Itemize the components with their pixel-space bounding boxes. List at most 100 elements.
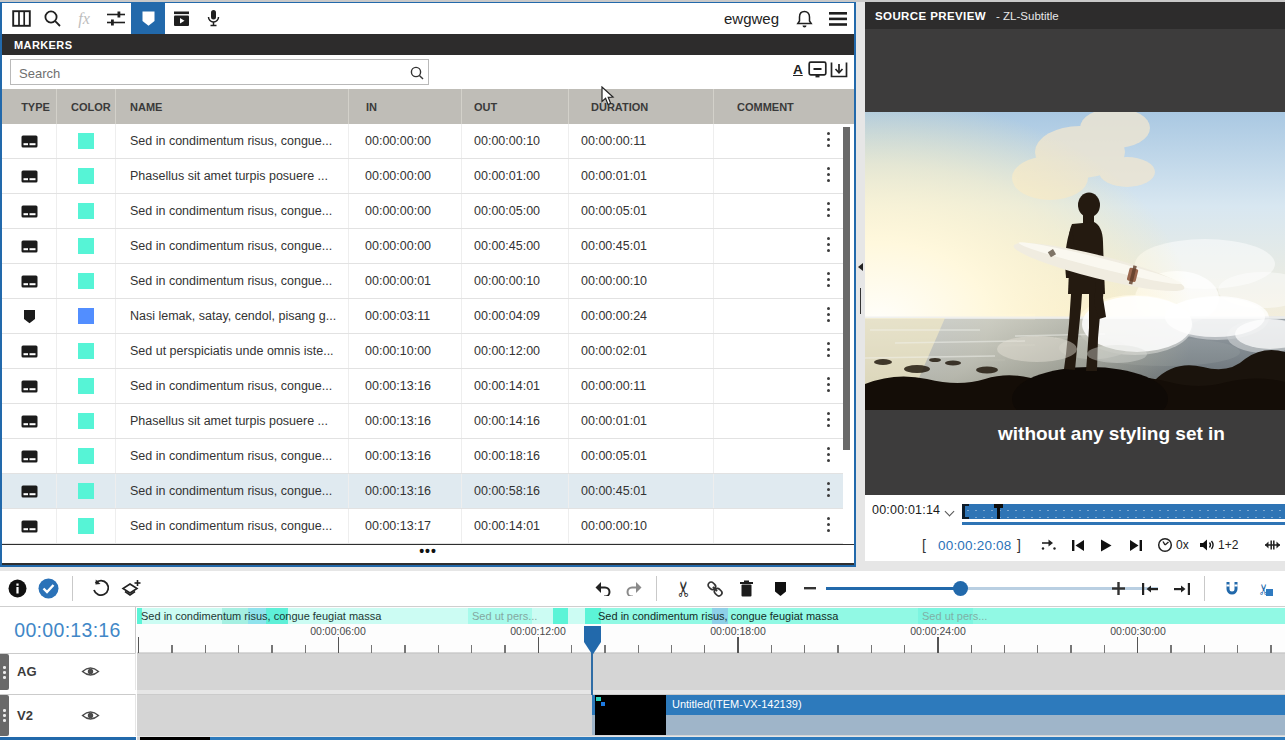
subtitle-segment[interactable] bbox=[553, 608, 568, 624]
marker-row[interactable]: Sed in condimentum risus, congue... 00:0… bbox=[2, 124, 843, 159]
preview-scrubber[interactable] bbox=[962, 504, 1285, 519]
link-button[interactable] bbox=[703, 571, 727, 606]
column-header-comment[interactable]: COMMENT bbox=[714, 89, 854, 124]
row-menu-button[interactable] bbox=[827, 237, 830, 255]
download-button[interactable] bbox=[830, 61, 848, 78]
mark-out-bracket[interactable]: ] bbox=[1017, 529, 1021, 561]
track-header-ag[interactable]: AG bbox=[0, 653, 136, 690]
row-menu-button[interactable] bbox=[827, 447, 830, 465]
razor-button[interactable]: ✂ bbox=[1252, 571, 1276, 606]
track-drag-handle[interactable] bbox=[0, 695, 9, 736]
zoom-in-button[interactable] bbox=[1106, 571, 1130, 606]
zoom-out-button[interactable] bbox=[798, 571, 822, 606]
marker-row[interactable]: Sed ut perspiciatis unde omnis iste... 0… bbox=[2, 334, 843, 369]
subtitle-display-button[interactable] bbox=[808, 61, 827, 78]
row-menu-button[interactable] bbox=[827, 412, 830, 430]
marker-row[interactable]: Sed in condimentum risus, congue... 00:0… bbox=[2, 229, 843, 264]
zoom-slider-thumb[interactable] bbox=[953, 581, 968, 596]
column-header-duration[interactable]: DURATION bbox=[569, 89, 714, 124]
microphone-button[interactable] bbox=[197, 3, 229, 34]
marker-name: Sed in condimentum risus, congue... bbox=[116, 439, 349, 473]
timecode-dropdown-icon[interactable] bbox=[945, 507, 955, 517]
mark-in-bracket[interactable]: [ bbox=[922, 529, 926, 561]
panel-resize-handle[interactable]: ••• bbox=[2, 544, 854, 565]
row-menu-button[interactable] bbox=[827, 167, 830, 185]
menu-button[interactable] bbox=[822, 3, 854, 34]
marker-row[interactable]: Sed in condimentum risus, congue... 00:0… bbox=[2, 369, 843, 404]
marker-row[interactable]: Phasellus sit amet turpis posuere ... 00… bbox=[2, 404, 843, 439]
audio-channels-button[interactable]: 1+2 bbox=[1199, 529, 1238, 561]
marker-row[interactable]: Phasellus sit amet turpis posuere ... 00… bbox=[2, 159, 843, 194]
table-scrollbar[interactable] bbox=[843, 127, 850, 450]
marker-row[interactable]: Nasi lemak, satay, cendol, pisang g... 0… bbox=[2, 299, 843, 334]
search-field-icon[interactable] bbox=[409, 65, 425, 81]
reset-button[interactable] bbox=[88, 571, 112, 606]
track-lane-ag[interactable] bbox=[137, 653, 1285, 690]
timeline-ruler[interactable]: 00:00:06:00 00:00:12:00 00:00:18:00 00:0… bbox=[137, 624, 1285, 653]
next-frame-button[interactable] bbox=[1129, 529, 1143, 561]
snap-button[interactable] bbox=[1220, 571, 1244, 606]
preview-current-timecode[interactable]: 00:00:01:14 bbox=[872, 503, 940, 517]
subtitle-track-strip[interactable]: Sed in condimentum risus, congue feugiat… bbox=[137, 608, 1285, 624]
track-visibility-v2[interactable] bbox=[81, 709, 100, 722]
row-menu-button[interactable] bbox=[827, 342, 830, 360]
search-button[interactable] bbox=[36, 3, 68, 34]
previous-frame-button[interactable] bbox=[1071, 529, 1085, 561]
marker-row[interactable]: Sed in condimentum risus, congue... 00:0… bbox=[2, 474, 843, 509]
add-layer-button[interactable] bbox=[119, 571, 143, 606]
marker-row[interactable]: Sed in condimentum risus, congue... 00:0… bbox=[2, 439, 843, 474]
play-button[interactable] bbox=[1100, 529, 1112, 561]
row-menu-button[interactable] bbox=[827, 202, 830, 220]
track-header-v2[interactable]: V2 bbox=[0, 694, 136, 736]
subtitle-type-icon bbox=[21, 380, 38, 393]
marker-row[interactable]: Sed in condimentum risus, congue... 00:0… bbox=[2, 509, 843, 544]
notifications-button[interactable] bbox=[788, 3, 820, 34]
jump-to-end-button[interactable] bbox=[1170, 571, 1194, 606]
jump-to-start-button[interactable] bbox=[1138, 571, 1162, 606]
marker-row[interactable]: Sed in condimentum risus, congue... 00:0… bbox=[2, 264, 843, 299]
column-header-out[interactable]: OUT bbox=[462, 89, 569, 124]
search-input[interactable] bbox=[19, 65, 399, 81]
fit-width-button[interactable] bbox=[1264, 529, 1281, 561]
ruler-tick bbox=[205, 645, 206, 653]
track-drag-handle[interactable] bbox=[0, 654, 9, 690]
scrubber-playhead[interactable] bbox=[994, 504, 1003, 519]
track-visibility-ag[interactable] bbox=[81, 665, 100, 678]
marker-comment bbox=[714, 264, 843, 298]
row-menu-button[interactable] bbox=[827, 307, 830, 325]
check-circle-icon bbox=[38, 578, 59, 599]
goto-in-button[interactable] bbox=[1041, 529, 1057, 561]
playback-speed-button[interactable]: 0x bbox=[1157, 529, 1189, 561]
export-button[interactable] bbox=[165, 3, 197, 34]
marker-in: 00:00:13:16 bbox=[349, 369, 462, 403]
panel-splitter[interactable] bbox=[856, 2, 865, 567]
redo-button[interactable] bbox=[622, 571, 646, 606]
user-name[interactable]: ewgweg bbox=[724, 10, 779, 27]
row-menu-button[interactable] bbox=[827, 272, 830, 290]
panels-button[interactable] bbox=[5, 3, 37, 34]
undo-button[interactable] bbox=[590, 571, 614, 606]
delete-button[interactable] bbox=[734, 571, 758, 606]
info-button[interactable] bbox=[5, 571, 29, 606]
row-menu-button[interactable] bbox=[827, 377, 830, 395]
column-header-type[interactable]: TYPE bbox=[2, 89, 57, 124]
marker-comment bbox=[714, 299, 843, 333]
row-menu-button[interactable] bbox=[827, 517, 830, 535]
splitter-collapse-icon[interactable] bbox=[858, 263, 863, 271]
row-menu-button[interactable] bbox=[827, 132, 830, 150]
subtitle-type-icon bbox=[21, 135, 38, 148]
timeline-clip[interactable]: Untitled(ITEM-VX-142139) bbox=[592, 695, 1285, 735]
column-header-name[interactable]: NAME bbox=[116, 89, 349, 124]
approve-button[interactable] bbox=[36, 571, 60, 606]
add-marker-button[interactable] bbox=[768, 571, 792, 606]
cut-button[interactable]: ✂ bbox=[672, 571, 696, 606]
settings-sliders-button[interactable] bbox=[100, 3, 132, 34]
preview-duration-timecode[interactable]: 00:00:20:08 bbox=[938, 529, 1012, 561]
column-header-color[interactable]: COLOR bbox=[57, 89, 116, 124]
marker-row[interactable]: Sed in condimentum risus, congue... 00:0… bbox=[2, 194, 843, 229]
markers-button[interactable] bbox=[131, 3, 165, 34]
effects-button[interactable]: fx bbox=[68, 3, 100, 34]
column-header-in[interactable]: IN bbox=[349, 89, 462, 124]
marker-comment bbox=[714, 404, 843, 438]
row-menu-button[interactable] bbox=[827, 482, 830, 500]
